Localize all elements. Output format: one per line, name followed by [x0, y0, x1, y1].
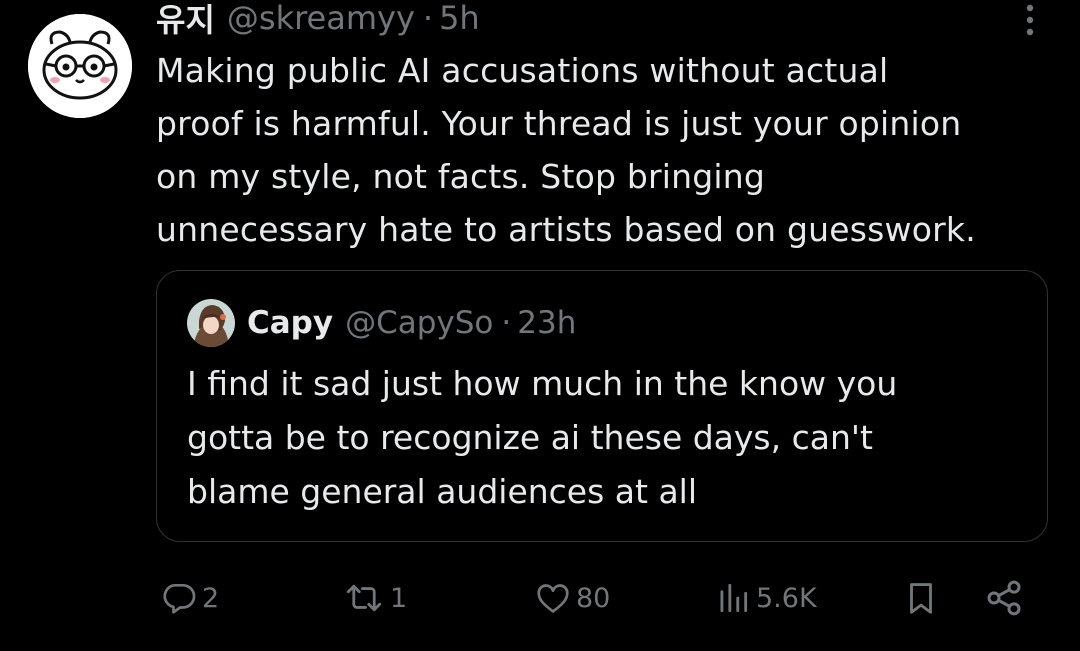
like-button[interactable]: 80 — [534, 570, 610, 626]
heart-icon — [534, 579, 572, 617]
views-count: 5.6K — [756, 582, 817, 614]
author-avatar[interactable] — [28, 14, 132, 118]
author-display-name[interactable]: 유지 — [156, 0, 215, 41]
quoted-author-avatar — [187, 299, 235, 347]
more-options-button[interactable] — [1012, 0, 1048, 44]
more-vertical-icon — [1024, 2, 1036, 42]
quoted-tweet-text: I find it sad just how much in the know … — [187, 364, 898, 511]
reply-icon — [160, 579, 198, 617]
tweet-header: 유지 @skreamyy · 5h — [156, 0, 480, 42]
quoted-author-handle: @CapySo — [345, 305, 494, 341]
retweet-button[interactable]: 1 — [342, 570, 407, 626]
views-button[interactable]: 5.6K — [714, 570, 817, 626]
share-icon — [984, 578, 1024, 618]
quoted-tweet-timestamp: 23h — [517, 305, 577, 341]
header-separator: · — [422, 0, 434, 37]
tweet-text: Making public AI accusations without act… — [156, 51, 976, 249]
tweet-action-bar: 2 1 80 5.6K — [0, 570, 1080, 626]
retweet-count: 1 — [390, 582, 408, 614]
bookmark-button[interactable] — [902, 570, 940, 626]
share-button[interactable] — [984, 570, 1024, 626]
retweet-icon — [342, 579, 386, 617]
views-icon — [714, 579, 752, 617]
quoted-tweet-card[interactable]: Capy @CapySo · 23h I find it sad just ho… — [156, 270, 1048, 542]
tweet-timestamp[interactable]: 5h — [439, 0, 480, 37]
quoted-tweet-header: Capy @CapySo · 23h — [247, 301, 576, 345]
quoted-header-separator: · — [501, 305, 512, 341]
tweet: 유지 @skreamyy · 5h Making public AI accus… — [0, 0, 1080, 651]
bookmark-icon — [902, 578, 940, 618]
author-handle[interactable]: @skreamyy — [227, 0, 415, 37]
quoted-author-display-name: Capy — [247, 305, 334, 341]
like-count: 80 — [576, 582, 611, 614]
reply-button[interactable]: 2 — [160, 570, 219, 626]
reply-count: 2 — [202, 582, 220, 614]
